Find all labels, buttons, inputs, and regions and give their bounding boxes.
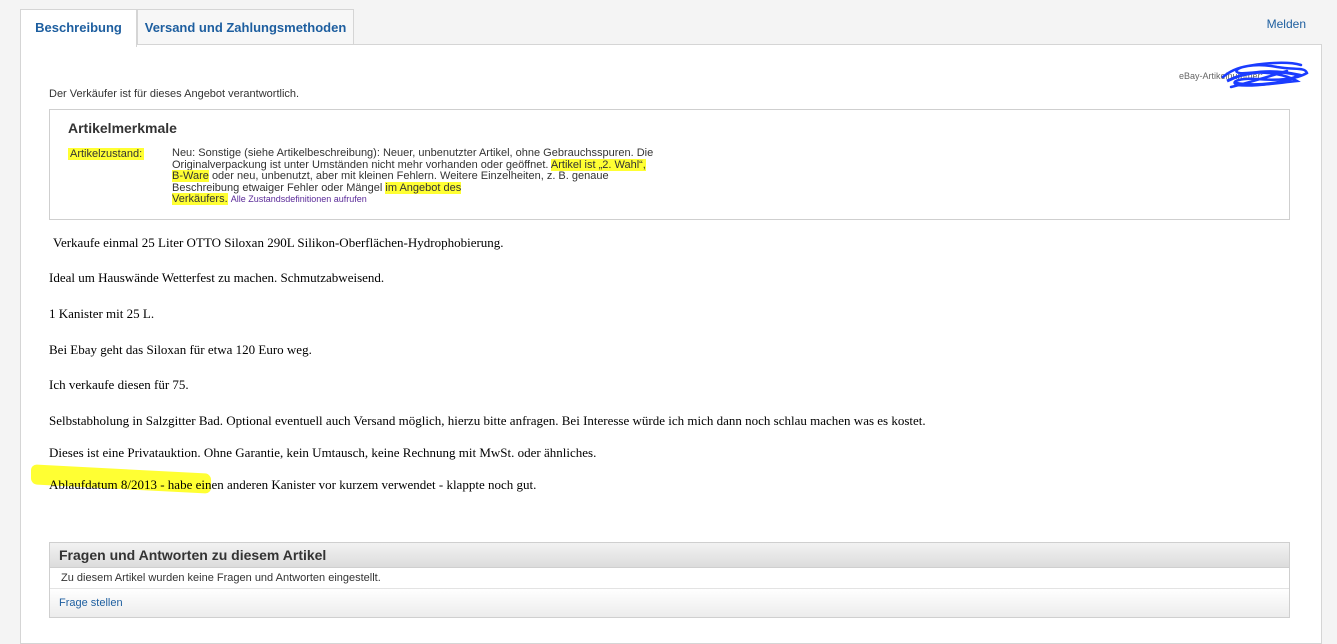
description-paragraph: Verkaufe einmal 25 Liter OTTO Siloxan 29… (53, 235, 504, 250)
features-title: Artikelmerkmale (68, 120, 177, 136)
description-panel: eBay-Artikelnummer: Der Verkäufer ist fü… (20, 44, 1322, 644)
description-paragraph: Bei Ebay geht das Siloxan für etwa 120 E… (49, 342, 312, 357)
description-paragraph: Selbstabholung in Salzgitter Bad. Option… (49, 413, 926, 428)
redaction-scribble (1221, 61, 1309, 89)
tab-bar: Beschreibung Versand und Zahlungsmethode… (20, 8, 1322, 47)
condition-line: oder neu, unbenutzt, aber mit kleinen Fe… (211, 170, 609, 182)
condition-highlight: Verkäufers. (172, 193, 228, 205)
condition-label: Artikelzustand: (68, 148, 145, 160)
qa-title: Fragen und Antworten zu diesem Artikel (50, 543, 1289, 568)
expiry-paragraph: Ablaufdatum 8/2013 - habe einen anderen … (31, 464, 537, 494)
expiry-highlight: Ablaufdatum 8/2013 (49, 477, 157, 492)
expiry-rest: - habe einen anderen Kanister vor kurzem… (156, 477, 537, 492)
condition-highlight: Artikel ist „2. Wahl“, (550, 158, 646, 171)
description-paragraph: 1 Kanister mit 25 L. (49, 306, 155, 321)
report-link[interactable]: Melden (1267, 17, 1306, 31)
condition-definitions-link[interactable]: Alle Zustandsdefinitionen aufrufen (231, 194, 367, 204)
seller-responsibility-note: Der Verkäufer ist für dieses Angebot ver… (49, 88, 300, 100)
item-features-box: Artikelmerkmale Artikelzustand: Neu: Son… (49, 109, 1290, 220)
tab-description[interactable]: Beschreibung (20, 9, 137, 47)
ask-question-link[interactable]: Frage stellen (50, 589, 1289, 617)
description-paragraph: Dieses ist eine Privatauktion. Ohne Gara… (49, 445, 597, 460)
qa-empty-text: Zu diesem Artikel wurden keine Fragen un… (50, 568, 1289, 589)
condition-highlight: B-Ware (172, 170, 209, 182)
tab-shipping-payment[interactable]: Versand und Zahlungsmethoden (137, 9, 354, 45)
condition-line: Neu: Sonstige (siehe Artikelbeschreibung… (172, 147, 654, 159)
condition-text: Neu: Sonstige (siehe Artikelbeschreibung… (172, 147, 692, 206)
item-page: Beschreibung Versand und Zahlungsmethode… (20, 8, 1322, 644)
condition-highlight: im Angebot des (385, 181, 462, 194)
condition-line: Originalverpackung ist unter Umständen n… (172, 158, 549, 171)
questions-answers-box: Fragen und Antworten zu diesem Artikel Z… (49, 542, 1290, 618)
description-paragraph: Ideal um Hauswände Wetterfest zu machen.… (49, 270, 385, 285)
description-paragraph: Ich verkaufe diesen für 75. (49, 377, 189, 392)
condition-line: Beschreibung etwaiger Fehler oder Mängel (172, 181, 383, 194)
